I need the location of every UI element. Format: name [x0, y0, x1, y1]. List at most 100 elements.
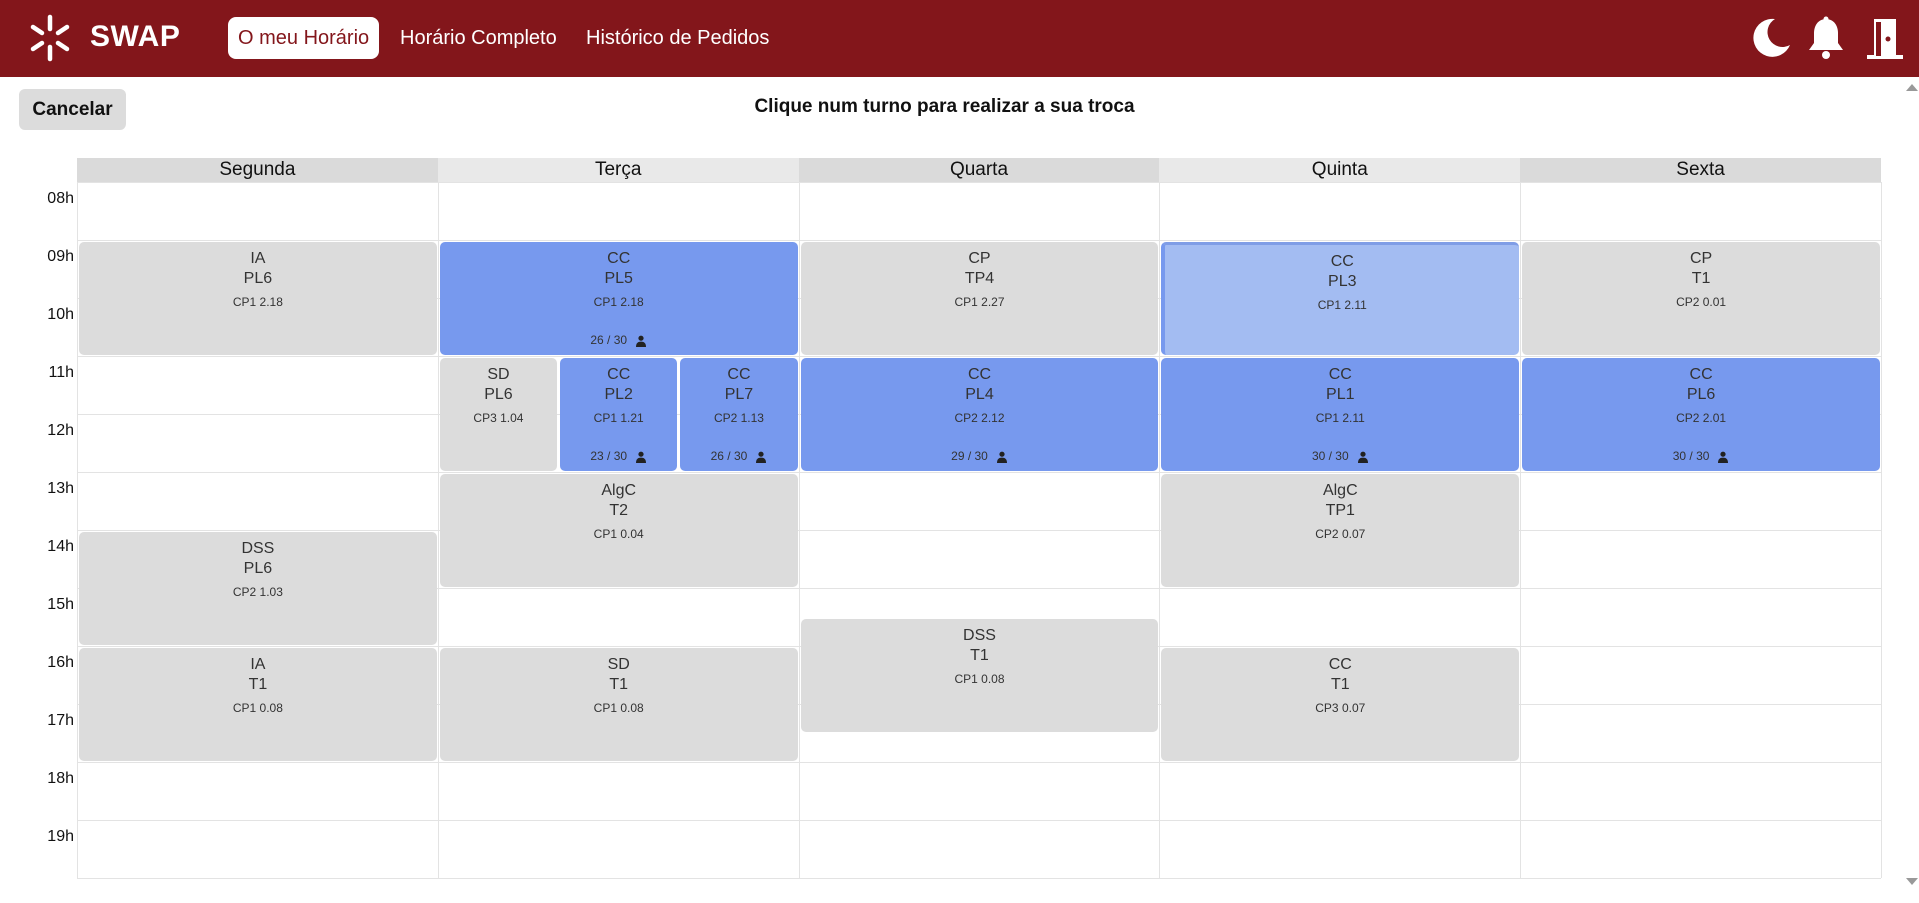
- shift-block-terca-cc-pl5[interactable]: CC PL5 CP1 2.18 26 / 30: [439, 242, 798, 355]
- brand-name[interactable]: SWAP: [90, 19, 180, 55]
- shift-room: CP2 0.07: [1315, 527, 1366, 541]
- shift-subject: CC: [607, 250, 631, 267]
- shift-subject: SD: [607, 656, 630, 673]
- shift-subject: CC: [1689, 366, 1713, 383]
- logout-door-icon[interactable]: [1862, 15, 1906, 61]
- day-gridline: [1520, 182, 1522, 878]
- hour-label-17h: 17h: [47, 712, 74, 729]
- day-gridline: [1159, 182, 1161, 878]
- hour-label-08h: 08h: [47, 190, 74, 207]
- shift-room: CP1 2.18: [232, 295, 283, 309]
- day-gridline: [77, 182, 78, 878]
- shift-subject: CC: [967, 366, 992, 383]
- capacity-count: 30 / 30: [1672, 449, 1710, 463]
- shift-code: PL6: [484, 386, 513, 403]
- hour-label-12h: 12h: [47, 422, 74, 439]
- shift-room: CP3 0.07: [1315, 701, 1366, 715]
- shift-room: CP3 1.04: [473, 411, 524, 425]
- shift-block-terca-cc-pl2[interactable]: CC PL2 CP1 1.21 23 / 30: [560, 358, 678, 471]
- person-icon: [996, 451, 1007, 463]
- shift-block-terca-sd-t1: SD T1 CP1 0.08: [439, 648, 798, 761]
- shift-room: CP2 1.03: [232, 585, 283, 599]
- nav-my-schedule[interactable]: O meu Horário: [228, 17, 380, 59]
- hour-gridline: [77, 356, 1881, 357]
- shift-room: CP1 0.08: [593, 701, 644, 715]
- instruction-text: Clique num turno para realizar a sua tro…: [0, 96, 1919, 118]
- shift-capacity: 30 / 30: [1161, 449, 1519, 463]
- scroll-up-arrow[interactable]: [1906, 84, 1918, 91]
- shift-subject: CC: [607, 366, 631, 383]
- capacity-count: 26 / 30: [590, 333, 628, 347]
- weekly-schedule: Segunda Terça Quarta Quinta Sexta 08h 09h 10h 11…: [47, 158, 1882, 879]
- shift-block-segunda-dss-pl6: DSS PL6 CP2 1.03: [79, 532, 437, 645]
- shift-capacity: 26 / 30: [680, 449, 797, 463]
- capacity-count: 23 / 30: [590, 449, 628, 463]
- shift-subject: CC: [1328, 656, 1352, 673]
- hour-label-18h: 18h: [47, 770, 74, 787]
- hour-label-19h: 19h: [47, 828, 74, 845]
- shift-room: CP1 0.08: [232, 701, 283, 715]
- hour-label-10h: 10h: [47, 306, 74, 323]
- hour-label-15h: 15h: [47, 596, 74, 613]
- hour-label-09h: 09h: [47, 248, 74, 265]
- scroll-down-arrow[interactable]: [1906, 878, 1918, 885]
- shift-block-terca-cc-pl7[interactable]: CC PL7 CP2 1.13 26 / 30: [680, 358, 798, 471]
- day-gridline: [798, 182, 800, 878]
- shift-code: PL6: [243, 270, 273, 287]
- nav-request-history[interactable]: Histórico de Pedidos: [576, 17, 779, 59]
- shift-block-sexta-cc-pl6[interactable]: CC PL6 CP2 2.01 30 / 30: [1522, 358, 1880, 471]
- shift-capacity: 23 / 30: [560, 449, 677, 463]
- shift-block-quinta-cc-t1: CC T1 CP3 0.07: [1161, 648, 1520, 761]
- shift-subject: AlgC: [601, 482, 637, 499]
- shift-room: CP1 0.08: [954, 672, 1005, 686]
- shift-code: PL1: [1326, 386, 1355, 403]
- shift-room: CP2 2.01: [1676, 411, 1727, 425]
- shift-code: T1: [609, 676, 629, 693]
- shift-subject: AlgC: [1322, 482, 1358, 499]
- swap-logo-icon[interactable]: [26, 14, 74, 62]
- shift-subject: CP: [1689, 250, 1713, 267]
- person-icon: [1357, 451, 1368, 463]
- shift-code: T1: [248, 676, 268, 693]
- person-icon: [636, 451, 647, 463]
- shift-block-quarta-cp-tp4: CP TP4 CP1 2.27: [800, 242, 1159, 355]
- shift-room: CP2 1.13: [713, 411, 764, 425]
- moon-icon[interactable]: [1748, 15, 1792, 61]
- day-gridline: [1881, 182, 1882, 878]
- shift-code: PL7: [724, 386, 754, 403]
- shift-block-quinta-cc-pl3: CC PL3 CP1 2.11: [1161, 242, 1520, 355]
- shift-code: T1: [970, 647, 989, 664]
- shift-block-sexta-cp-t1: CP T1 CP2 0.01: [1522, 242, 1880, 355]
- hour-gridline: [77, 182, 1881, 183]
- nav-full-schedule[interactable]: Horário Completo: [390, 17, 567, 59]
- hour-label-14h: 14h: [47, 538, 74, 555]
- shift-block-quinta-cc-pl1[interactable]: CC PL1 CP1 2.11 30 / 30: [1161, 358, 1520, 471]
- capacity-count: 26 / 30: [710, 449, 748, 463]
- day-header-quarta: Quarta: [798, 158, 1160, 182]
- shift-room: CP2 0.01: [1676, 295, 1727, 309]
- person-icon: [636, 335, 647, 347]
- bell-icon[interactable]: [1804, 15, 1848, 61]
- shift-room: CP1 2.11: [1315, 411, 1365, 425]
- shift-subject: CP: [968, 250, 991, 267]
- shift-block-terca-sd-pl6: SD PL6 CP3 1.04: [439, 358, 558, 471]
- shift-block-terca-algc-t2: AlgC T2 CP1 0.04: [439, 474, 798, 587]
- shift-block-quarta-cc-pl4[interactable]: CC PL4 CP2 2.12 29 / 30: [800, 358, 1159, 471]
- shift-capacity: 30 / 30: [1522, 449, 1880, 463]
- shift-code: TP4: [964, 270, 995, 287]
- shift-code: TP1: [1325, 502, 1355, 519]
- hour-gridline: [77, 472, 1881, 473]
- hour-gridline: [77, 530, 1881, 531]
- hour-label-13h: 13h: [47, 480, 74, 497]
- shift-code: PL6: [1686, 386, 1716, 403]
- hour-gridline: [77, 240, 1881, 241]
- shift-room: CP1 2.27: [954, 295, 1005, 309]
- hour-label-11h: 11h: [48, 364, 74, 381]
- shift-room: CP1 2.18: [593, 295, 644, 309]
- person-icon: [1718, 451, 1729, 463]
- shift-subject: DSS: [241, 540, 275, 557]
- shift-subject: CC: [727, 366, 751, 383]
- day-header-quinta: Quinta: [1159, 158, 1521, 182]
- instruction-label: Clique num turno para realizar a sua tro…: [754, 96, 1135, 117]
- shift-block-quinta-algc-tp1: AlgC TP1 CP2 0.07: [1161, 474, 1520, 587]
